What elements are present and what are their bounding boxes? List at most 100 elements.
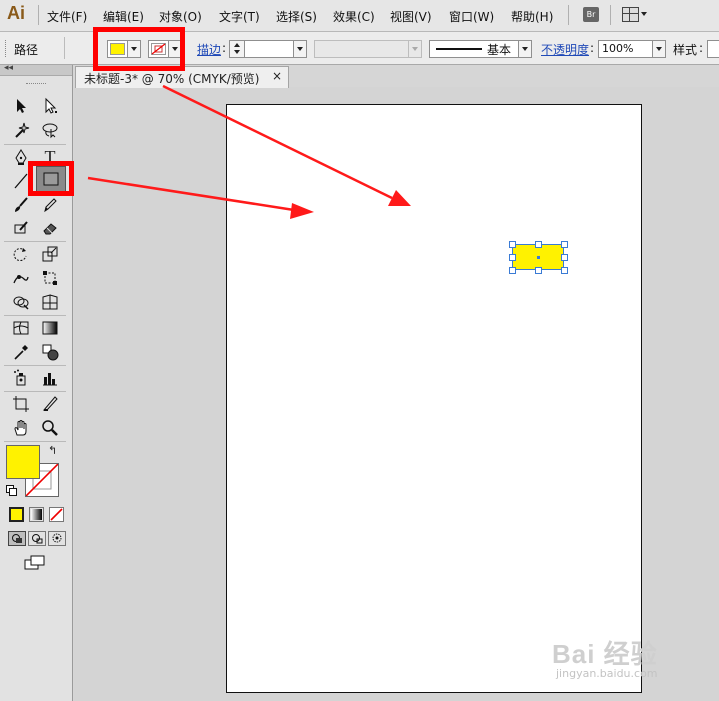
resize-handle[interactable] [509,241,516,248]
warp-tool[interactable] [10,267,32,289]
resize-handle[interactable] [535,241,542,248]
chevron-down-icon [297,47,303,51]
resize-handle[interactable] [561,241,568,248]
lasso-tool[interactable] [39,119,61,141]
mesh-tool[interactable] [10,317,32,339]
menu-effect[interactable]: 效果(C) [333,8,375,25]
pencil-icon [44,198,57,213]
slice-knife-icon [42,396,58,411]
eyedropper-tool[interactable] [10,341,32,363]
slice-tool[interactable] [39,393,61,415]
app-logo: Ai [7,3,25,23]
chevron-down-icon [234,50,240,54]
bridge-button[interactable]: Br [583,7,599,22]
menu-file[interactable]: 文件(F) [47,8,87,25]
warp-icon [13,275,29,284]
blob-brush-tool[interactable] [10,217,32,239]
watermark-url: jingyan.baidu.com [556,667,658,680]
gradient-tool[interactable] [39,317,61,339]
arrow-cursor-icon [17,99,26,113]
brush-dropdown-arrow [518,41,531,57]
hand-tool[interactable] [10,417,32,439]
artboard-tool[interactable] [10,393,32,415]
blend-tool[interactable] [39,341,61,363]
pencil-tool[interactable] [39,194,61,216]
color-mode-button[interactable] [9,507,24,522]
tool-separator [4,144,66,145]
resize-handle[interactable] [535,267,542,274]
draw-behind-icon [32,534,43,544]
opacity-colon: : [590,41,595,55]
perspective-grid-tool[interactable] [39,291,61,313]
magic-wand-icon [15,122,30,138]
resize-handle[interactable] [561,254,568,261]
style-label: 样式 [673,43,698,57]
symbol-sprayer-tool[interactable] [10,367,32,389]
tool-separator [4,441,66,442]
gradient-mode-button[interactable] [29,507,44,522]
opacity-field[interactable]: 100% [598,40,666,58]
free-transform-tool[interactable] [39,267,61,289]
variable-width-profile-dropdown[interactable] [314,40,422,58]
stroke-colon: : [222,41,227,55]
column-graph-tool[interactable] [39,367,61,389]
menu-help[interactable]: 帮助(H) [511,8,553,25]
tool-separator [4,315,66,316]
draw-normal-icon [12,534,22,543]
lasso-icon [42,123,58,139]
stroke-weight-stepper[interactable] [230,41,245,57]
paintbrush-tool[interactable] [10,194,32,216]
annotation-highlight-fill-stroke [93,27,185,71]
default-fill-stroke-icon[interactable] [6,485,17,496]
tools-panel-header[interactable]: ◂◂ [0,63,72,76]
collapse-panel-icon[interactable]: ◂◂ [4,63,13,73]
paintbrush-icon [15,197,28,212]
style-dropdown[interactable] [707,40,719,58]
gradient-icon [42,321,58,335]
panel-grip[interactable] [5,40,9,57]
resize-handle[interactable] [509,254,516,261]
draw-inside-button[interactable] [48,531,66,546]
rotate-tool[interactable] [10,243,32,265]
screen-mode-button[interactable] [24,555,46,571]
panel-grip[interactable] [26,83,46,86]
direct-selection-tool[interactable] [39,95,61,117]
workspace-switcher-button[interactable] [622,7,648,22]
menu-type[interactable]: 文字(T) [219,8,260,25]
opacity-label[interactable]: 不透明度 [541,41,589,58]
hand-icon [14,420,27,436]
selection-type-label: 路径 [14,43,39,57]
menu-window[interactable]: 窗口(W) [449,8,494,25]
brush-definition-dropdown[interactable]: 基本 [429,40,532,58]
draw-behind-button[interactable] [28,531,46,546]
none-mode-button[interactable] [49,507,64,522]
menu-edit[interactable]: 编辑(E) [103,8,144,25]
stroke-label[interactable]: 描边 [197,41,221,58]
resize-handle[interactable] [509,267,516,274]
swap-fill-stroke-icon[interactable]: ↰ [48,444,57,457]
shape-builder-tool[interactable] [10,291,32,313]
column-graph-icon [43,373,57,386]
chevron-up-icon [234,43,240,47]
artboard[interactable] [226,104,642,693]
fill-color-swatch-large[interactable] [6,445,40,479]
hollow-arrow-icon [45,97,57,114]
menu-view[interactable]: 视图(V) [390,8,432,25]
eraser-tool[interactable] [39,217,61,239]
draw-normal-button[interactable] [8,531,26,546]
resize-handle[interactable] [561,267,568,274]
shape-builder-icon [13,296,29,310]
close-tab-icon[interactable]: × [272,69,282,83]
eraser-icon [43,223,57,235]
selection-tool[interactable] [10,95,32,117]
stroke-weight-field[interactable] [229,40,307,58]
menu-separator [568,5,569,25]
tool-separator [4,391,66,392]
opacity-value: 100% [602,42,634,55]
zoom-tool[interactable] [39,417,61,439]
menu-select[interactable]: 选择(S) [276,8,317,25]
magic-wand-tool[interactable] [10,119,32,141]
menu-object[interactable]: 对象(O) [159,8,202,25]
chevron-down-icon [656,47,662,51]
scale-tool[interactable] [39,243,61,265]
